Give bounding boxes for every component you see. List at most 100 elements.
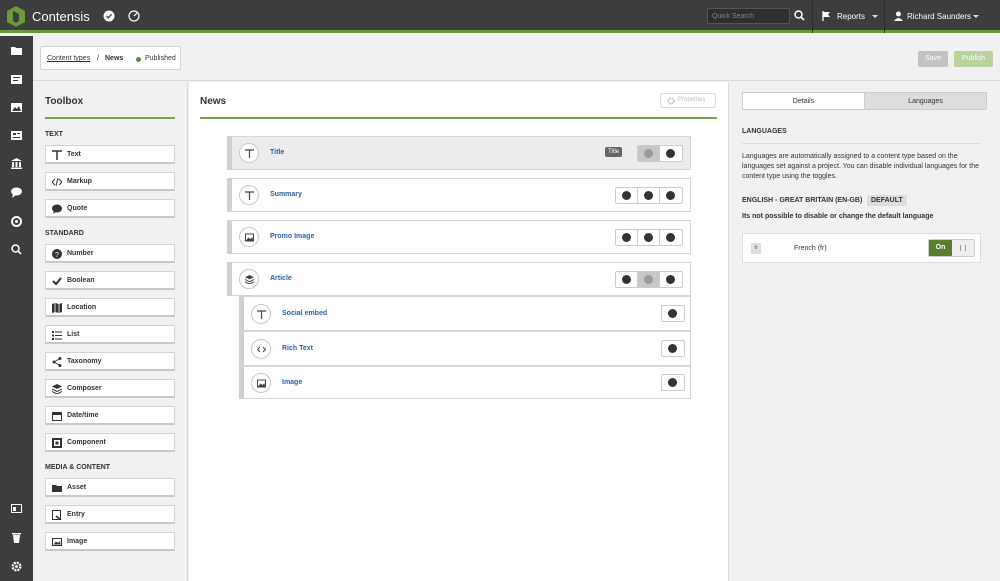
arrow-up-icon bbox=[622, 233, 631, 242]
breadcrumb-link-content-types[interactable]: Content types bbox=[47, 55, 90, 62]
move-up-button[interactable] bbox=[638, 146, 660, 161]
divider bbox=[884, 0, 885, 33]
properties-label: Properties bbox=[678, 97, 706, 103]
languages-heading: LANGUAGES bbox=[742, 128, 787, 135]
tool-quote[interactable]: Quote bbox=[45, 199, 175, 218]
user-icon bbox=[894, 11, 903, 21]
quick-search-input[interactable]: Quick Search bbox=[707, 8, 790, 24]
tool-entry[interactable]: Entry bbox=[45, 505, 175, 524]
languages-description: Languages are automatically assigned to … bbox=[742, 153, 980, 180]
tool-label: List bbox=[67, 331, 80, 338]
tool-datetime[interactable]: Date/time bbox=[45, 406, 175, 425]
delete-field-button[interactable] bbox=[660, 272, 682, 287]
tool-label: Asset bbox=[67, 484, 87, 491]
contensis-logo-icon[interactable] bbox=[6, 5, 26, 28]
divider bbox=[812, 0, 813, 33]
arrow-down-icon bbox=[644, 275, 653, 284]
language-name: French (fr) bbox=[794, 245, 827, 252]
field-article[interactable]: Article bbox=[227, 262, 691, 296]
chevron-down-icon[interactable] bbox=[973, 15, 979, 18]
status-badge: Published bbox=[145, 55, 176, 62]
tool-markup[interactable]: Markup bbox=[45, 172, 175, 191]
toggle-on-label: On bbox=[929, 240, 952, 256]
top-bar: Contensis Quick Search Reports Richard S… bbox=[0, 0, 1000, 33]
search-icon[interactable] bbox=[11, 244, 22, 255]
delete-field-button[interactable] bbox=[662, 306, 684, 321]
divider bbox=[742, 143, 981, 144]
tool-label: Date/time bbox=[67, 412, 99, 419]
content-types-icon[interactable] bbox=[11, 74, 22, 85]
tool-text[interactable]: Text bbox=[45, 145, 175, 164]
user-menu[interactable]: Richard Saunders bbox=[907, 12, 971, 21]
tool-component[interactable]: Component bbox=[45, 433, 175, 452]
field-label: Image bbox=[282, 379, 303, 386]
move-down-button[interactable] bbox=[638, 272, 660, 287]
delete-field-button[interactable] bbox=[662, 375, 684, 390]
field-icon-circle bbox=[239, 143, 259, 163]
move-down-button[interactable] bbox=[638, 230, 660, 245]
dashboard-icon[interactable] bbox=[128, 10, 140, 22]
language-toggle[interactable]: On bbox=[928, 239, 975, 257]
gear-icon[interactable] bbox=[11, 561, 22, 572]
field-label: Social embed bbox=[282, 310, 328, 317]
field-promo-image[interactable]: Promo Image bbox=[227, 220, 691, 254]
tool-taxonomy[interactable]: Taxonomy bbox=[45, 352, 175, 371]
toolbox-section-text: TEXT bbox=[45, 131, 63, 138]
window-icon[interactable] bbox=[11, 503, 22, 514]
app-name[interactable]: Contensis bbox=[32, 9, 90, 24]
component-icon bbox=[52, 438, 62, 448]
delete-field-button[interactable] bbox=[662, 341, 684, 356]
form-icon[interactable] bbox=[11, 130, 22, 141]
toolbox-section-standard: STANDARD bbox=[45, 230, 84, 237]
text-icon bbox=[257, 310, 266, 319]
publish-button[interactable]: Publish bbox=[954, 51, 993, 67]
field-title[interactable]: Title Title bbox=[227, 136, 691, 170]
tool-asset[interactable]: Asset bbox=[45, 478, 175, 497]
move-up-button[interactable] bbox=[616, 188, 638, 203]
image-icon[interactable] bbox=[11, 102, 22, 113]
close-icon bbox=[668, 344, 677, 353]
settings-cog-icon[interactable] bbox=[11, 216, 22, 227]
move-down-button[interactable] bbox=[638, 188, 660, 203]
field-label: Rich Text bbox=[282, 345, 313, 352]
close-icon bbox=[666, 191, 675, 200]
subfield-rich-text[interactable]: Rich Text bbox=[239, 331, 691, 366]
tool-composer[interactable]: Composer bbox=[45, 379, 175, 398]
divider bbox=[45, 117, 175, 119]
move-up-button[interactable] bbox=[616, 230, 638, 245]
subfield-image[interactable]: Image bbox=[239, 366, 691, 399]
tab-languages[interactable]: Languages bbox=[864, 92, 987, 110]
tool-location[interactable]: Location bbox=[45, 298, 175, 317]
arrow-down-icon bbox=[666, 149, 675, 158]
tool-image[interactable]: Image bbox=[45, 532, 175, 551]
gear-icon bbox=[667, 97, 675, 105]
tool-number[interactable]: ? Number bbox=[45, 244, 175, 263]
tool-list[interactable]: List bbox=[45, 325, 175, 344]
tab-details[interactable]: Details bbox=[742, 92, 865, 110]
field-actions bbox=[661, 340, 685, 357]
bank-icon[interactable] bbox=[11, 158, 22, 169]
properties-button[interactable]: Properties bbox=[660, 93, 716, 108]
tool-label: Quote bbox=[67, 205, 88, 212]
field-summary[interactable]: Summary bbox=[227, 178, 691, 212]
asset-icon bbox=[52, 485, 62, 492]
trash-icon[interactable] bbox=[11, 532, 22, 543]
check-circle-icon[interactable] bbox=[103, 10, 115, 22]
chevron-down-icon[interactable] bbox=[872, 15, 878, 18]
comment-icon[interactable] bbox=[11, 187, 22, 198]
save-button[interactable]: Save bbox=[918, 51, 948, 67]
tool-boolean[interactable]: Boolean bbox=[45, 271, 175, 290]
text-icon bbox=[245, 191, 254, 200]
folder-icon[interactable] bbox=[11, 45, 22, 56]
checkmark-icon bbox=[52, 277, 62, 286]
move-up-button[interactable] bbox=[616, 272, 638, 287]
search-icon[interactable] bbox=[794, 10, 805, 21]
subfield-social-embed[interactable]: Social embed bbox=[239, 296, 691, 331]
delete-field-button[interactable] bbox=[660, 230, 682, 245]
arrow-down-icon bbox=[644, 233, 653, 242]
delete-field-button[interactable] bbox=[660, 188, 682, 203]
svg-text:?: ? bbox=[55, 252, 59, 259]
reports-menu[interactable]: Reports bbox=[837, 12, 865, 21]
move-down-button[interactable] bbox=[660, 146, 682, 161]
tool-label: Image bbox=[67, 538, 88, 545]
